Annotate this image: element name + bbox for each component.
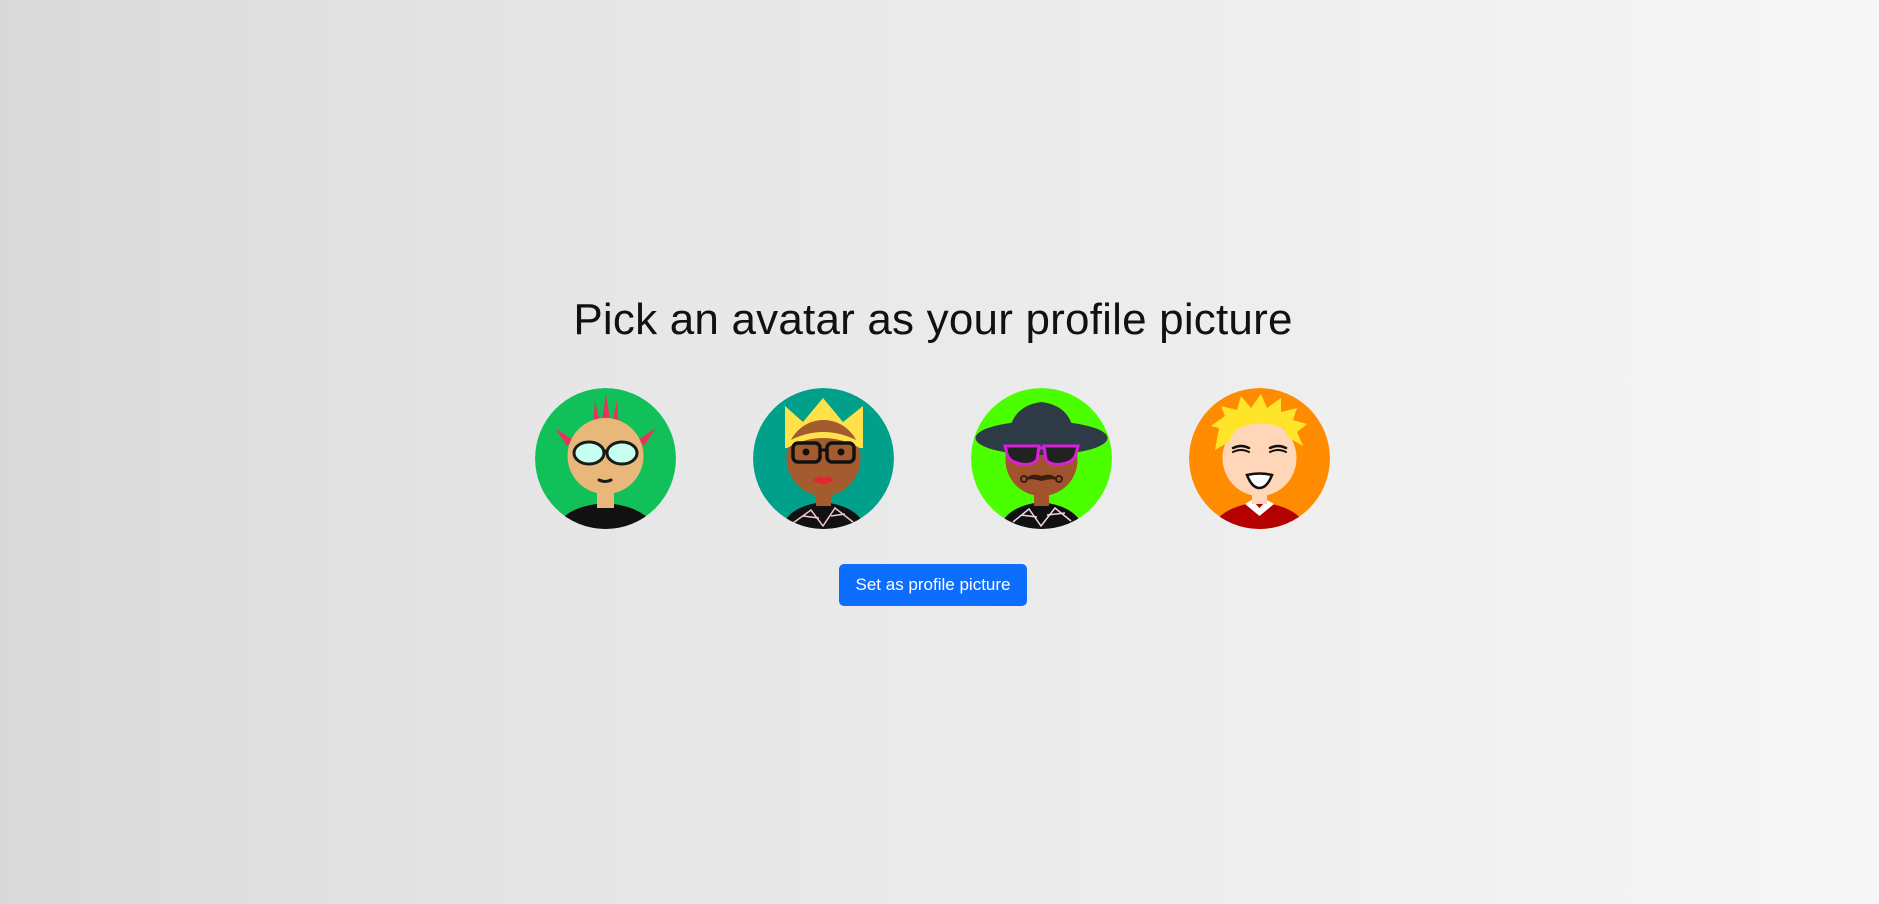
avatar-option-punk[interactable] — [535, 388, 676, 529]
avatar-option-queen[interactable] — [753, 388, 894, 529]
punk-mohawk-avatar-icon — [535, 388, 676, 529]
avatar-picker-page: Pick an avatar as your profile picture S… — [0, 0, 1879, 904]
fedora-sunglasses-avatar-icon — [971, 388, 1112, 529]
crowned-woman-avatar-icon — [753, 388, 894, 529]
avatar-option-blonde[interactable] — [1189, 388, 1330, 529]
page-title: Pick an avatar as your profile picture — [573, 295, 1293, 344]
avatar-option-fedora[interactable] — [971, 388, 1112, 529]
set-profile-picture-button[interactable]: Set as profile picture — [839, 564, 1027, 606]
blonde-boy-avatar-icon — [1189, 388, 1330, 529]
